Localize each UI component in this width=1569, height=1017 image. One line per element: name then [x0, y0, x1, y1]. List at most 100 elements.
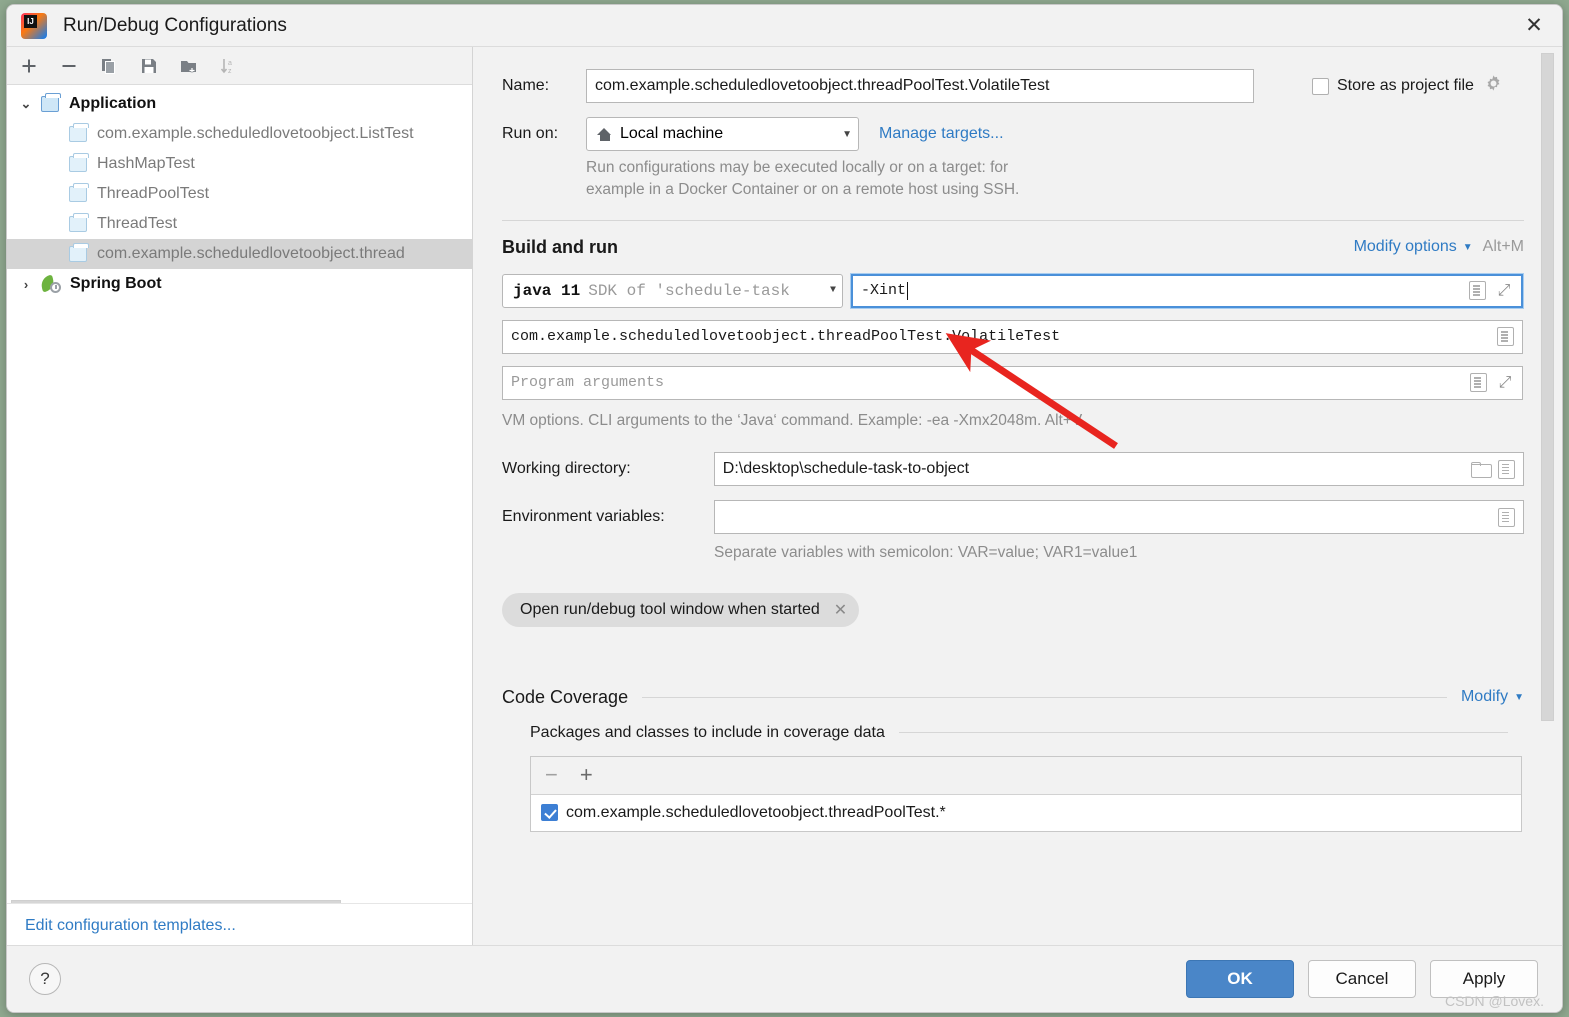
jdk-name: java 11	[513, 281, 581, 300]
dialog-title: Run/Debug Configurations	[63, 14, 287, 36]
tree-group-label: Application	[69, 95, 157, 112]
modify-options-shortcut: Alt+M	[1482, 238, 1524, 256]
modify-options-link[interactable]: Modify options	[1354, 238, 1457, 256]
code-coverage-modify-link[interactable]: Modify	[1461, 688, 1508, 706]
coverage-row-checkbox[interactable]	[541, 804, 558, 822]
edit-configuration-templates-row: Edit configuration templates...	[7, 903, 472, 947]
tree-item-label: ThreadTest	[97, 215, 178, 232]
spring-boot-icon	[39, 274, 61, 293]
tree-item-label: ThreadPoolTest	[97, 185, 210, 202]
program-arguments-placeholder: Program arguments	[511, 374, 665, 392]
sidebar-toolbar: a z	[7, 47, 472, 85]
tree-item-label: com.example.scheduledlovetoobject.ListTe…	[97, 125, 414, 142]
main-class-value: com.example.scheduledlovetoobject.thread…	[511, 328, 1061, 346]
working-directory-macro-icon[interactable]	[1498, 459, 1515, 479]
application-icon	[69, 183, 89, 202]
environment-variables-input[interactable]	[713, 500, 1524, 535]
tree-item-label: com.example.scheduledlovetoobject.thread	[97, 245, 405, 262]
name-input[interactable]: com.example.scheduledlovetoobject.thread…	[586, 69, 1254, 103]
chevron-down-icon[interactable]: ▼	[820, 285, 836, 296]
vm-options-expand-icon[interactable]: ⤢	[1495, 282, 1513, 300]
edit-configuration-templates-link[interactable]: Edit configuration templates...	[25, 917, 236, 935]
svg-text:a: a	[228, 60, 232, 67]
dialog-titlebar: Run/Debug Configurations ✕	[7, 5, 1562, 47]
vm-options-hint: VM options. CLI arguments to the ‘Java‘ …	[502, 411, 1083, 429]
jdk-and-vm-options-row: java 11 SDK of 'schedule-task ▼ -Xint ⤢	[502, 273, 1524, 308]
vm-options-input[interactable]: -Xint ⤢	[851, 273, 1523, 308]
close-icon[interactable]: ✕	[834, 600, 847, 620]
jdk-detail: SDK of 'schedule-task	[588, 281, 790, 300]
coverage-packages-table: − + com.example.scheduledlovetoobject.th…	[530, 755, 1522, 832]
name-input-value: com.example.scheduledlovetoobject.thread…	[595, 77, 1050, 94]
environment-variables-macro-icon[interactable]	[1498, 507, 1515, 527]
add-configuration-icon[interactable]	[17, 54, 41, 78]
application-icon	[69, 243, 89, 262]
working-directory-value: D:\desktop\schedule-task-to-object	[722, 460, 970, 478]
save-configuration-icon[interactable]	[137, 54, 161, 78]
application-icon	[69, 213, 89, 232]
run-on-row: Run on: Local machine ▼ Manage targets..…	[502, 117, 1524, 151]
ok-button[interactable]: OK	[1186, 960, 1294, 998]
chevron-down-icon[interactable]: ▼	[1457, 242, 1473, 253]
code-coverage-header: Code Coverage Modify ▼	[502, 687, 1524, 708]
coverage-table-toolbar: − +	[531, 756, 1521, 795]
gear-icon[interactable]	[1484, 74, 1503, 98]
screenshot-root: Run/Debug Configurations ✕	[0, 0, 1569, 1017]
chip-label: Open run/debug tool window when started	[520, 600, 820, 618]
apply-button[interactable]: Apply	[1430, 960, 1538, 998]
store-as-project-file-checkbox[interactable]	[1312, 77, 1329, 95]
run-on-select[interactable]: Local machine ▼	[586, 117, 859, 151]
remove-package-icon[interactable]: −	[545, 764, 558, 786]
sort-alphabetically-icon[interactable]: a z	[217, 54, 241, 78]
copy-configuration-icon[interactable]	[97, 54, 121, 78]
tree-item-threadpooltest[interactable]: ThreadPoolTest	[7, 179, 472, 209]
move-to-folder-icon[interactable]	[177, 54, 201, 78]
name-row: Name: com.example.scheduledlovetoobject.…	[502, 69, 1524, 103]
tree-group-application[interactable]: ⌄ Application	[7, 89, 472, 119]
tree-item-volatiletest[interactable]: com.example.scheduledlovetoobject.thread	[7, 239, 472, 269]
tree-group-spring-boot[interactable]: › Spring Boot	[7, 269, 472, 299]
browse-folder-icon[interactable]	[1471, 461, 1492, 478]
run-on-hint-line-1: Run configurations may be executed local…	[586, 159, 1009, 176]
application-icon	[41, 93, 61, 112]
vm-options-value: -Xint	[861, 282, 907, 300]
jdk-select[interactable]: java 11 SDK of 'schedule-task ▼	[502, 273, 843, 308]
program-arguments-input[interactable]: Program arguments ⤢	[502, 365, 1523, 400]
program-arguments-expand-icon[interactable]: ⤢	[1496, 374, 1514, 392]
main-class-macro-icon[interactable]	[1497, 327, 1514, 347]
home-icon	[597, 127, 612, 141]
build-and-run-header: Build and run Modify options ▼ Alt+M	[502, 237, 1524, 258]
store-as-project-file-group: Store as project file	[1312, 74, 1503, 98]
close-icon[interactable]: ✕	[1506, 5, 1562, 46]
chevron-down-icon[interactable]: ⌄	[17, 95, 35, 113]
coverage-table-rows: com.example.scheduledlovetoobject.thread…	[531, 794, 1521, 831]
cancel-button[interactable]: Cancel	[1308, 960, 1416, 998]
application-icon	[69, 123, 89, 142]
tree-group-label: Spring Boot	[70, 275, 162, 292]
coverage-row-label: com.example.scheduledlovetoobject.thread…	[566, 803, 946, 821]
chevron-down-icon[interactable]: ▼	[832, 129, 852, 140]
run-on-selected-value: Local machine	[620, 125, 724, 142]
tree-item-hashmaptest[interactable]: HashMapTest	[7, 149, 472, 179]
table-row[interactable]: com.example.scheduledlovetoobject.thread…	[531, 795, 1521, 831]
working-directory-row: Working directory: D:\desktop\schedule-t…	[502, 452, 1524, 487]
working-directory-input[interactable]: D:\desktop\schedule-task-to-object	[713, 452, 1524, 487]
open-run-debug-tool-window-chip[interactable]: Open run/debug tool window when started …	[502, 592, 860, 627]
help-button[interactable]: ?	[29, 963, 61, 995]
details-vscrollbar-thumb[interactable]	[1541, 53, 1554, 721]
program-arguments-macro-icon[interactable]	[1470, 373, 1487, 393]
coverage-packages-header: Packages and classes to include in cover…	[530, 724, 1522, 742]
manage-targets-link[interactable]: Manage targets...	[879, 125, 1004, 143]
remove-configuration-icon[interactable]	[57, 54, 81, 78]
tree-item-listtest[interactable]: com.example.scheduledlovetoobject.ListTe…	[7, 119, 472, 149]
tree-item-threadtest[interactable]: ThreadTest	[7, 209, 472, 239]
chevron-right-icon[interactable]: ›	[17, 275, 35, 293]
vm-options-macro-icon[interactable]	[1469, 281, 1486, 301]
main-class-input[interactable]: com.example.scheduledlovetoobject.thread…	[502, 319, 1523, 354]
section-divider	[502, 219, 1524, 221]
add-package-icon[interactable]: +	[580, 764, 593, 786]
svg-text:z: z	[228, 68, 232, 75]
configurations-tree: ⌄ Application com.example.scheduledlovet…	[7, 85, 472, 299]
run-on-hint: Run configurations may be executed local…	[586, 157, 1524, 202]
chevron-down-icon[interactable]: ▼	[1508, 692, 1524, 703]
